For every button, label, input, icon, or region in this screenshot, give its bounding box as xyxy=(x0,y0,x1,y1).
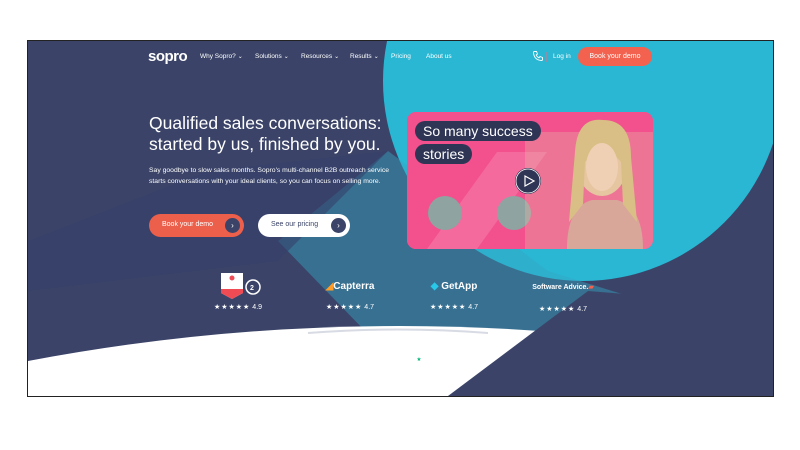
getapp-logo: ◆ GetApp xyxy=(414,271,494,299)
hero-headline: Qualified sales conversations: started b… xyxy=(149,113,409,155)
rating-capterra[interactable]: ◢Capterra ★★★★★ 4.7 xyxy=(310,271,390,311)
nav-divider xyxy=(546,52,547,62)
star-rating-icon: ★★★★★ xyxy=(429,304,467,311)
nav-item-why-sopro[interactable]: Why Sopro? ⌄ xyxy=(200,53,243,60)
chevron-down-icon: ⌄ xyxy=(237,54,243,60)
rating-score: 4.7 xyxy=(468,304,479,311)
chevron-down-icon: ⌄ xyxy=(283,54,289,60)
browser-viewport: sopro Why Sopro? ⌄ Solutions ⌄ Resources ⌄ … xyxy=(27,40,774,397)
nav-item-label: Pricing xyxy=(391,53,411,60)
rating-score: 4.7 xyxy=(364,304,375,311)
nav-item-about-us[interactable]: About us xyxy=(426,53,452,60)
chevron-down-icon: ⌄ xyxy=(373,54,379,60)
phone-icon[interactable] xyxy=(532,50,544,62)
rating-getapp[interactable]: ◆ GetApp ★★★★★ 4.7 xyxy=(414,271,494,311)
hero-subtext: Say goodbye to slow sales months. Sopro'… xyxy=(149,167,390,185)
book-demo-button[interactable]: Book your demo › xyxy=(149,214,244,237)
nav-item-solutions[interactable]: Solutions ⌄ xyxy=(255,53,289,60)
nav-item-pricing[interactable]: Pricing xyxy=(391,53,411,60)
nav-item-label: Solutions xyxy=(255,53,282,60)
button-label: See our pricing xyxy=(271,221,319,228)
rating-score: 4.7 xyxy=(577,306,588,313)
nav-item-label: Results xyxy=(350,53,372,60)
brand-name: Capterra xyxy=(333,281,375,292)
star-rating-icon: ★★★★★ xyxy=(213,304,251,311)
brand-name: Software Advice. xyxy=(532,284,589,291)
login-link[interactable]: Log in xyxy=(553,53,571,60)
star-rating-icon: ★★★★★ xyxy=(325,304,363,311)
arrow-right-icon: › xyxy=(225,218,240,233)
top-navigation: sopro Why Sopro? ⌄ Solutions ⌄ Resources ⌄ … xyxy=(28,41,773,73)
rating-line: ★★★★★ 4.7 xyxy=(414,303,494,311)
nav-item-resources[interactable]: Resources ⌄ xyxy=(301,53,339,60)
rating-line: ★★★★★ 4.7 xyxy=(518,305,608,313)
getapp-icon: ◆ xyxy=(430,281,439,292)
sopro-logo[interactable]: sopro xyxy=(148,48,188,65)
star-rating-icon: ★★★★★ xyxy=(538,306,576,313)
see-pricing-button[interactable]: See our pricing › xyxy=(258,214,350,237)
review-count: 225 xyxy=(377,357,388,363)
nav-item-results[interactable]: Results ⌄ xyxy=(350,53,379,60)
software-advice-logo: Software Advice.▰ xyxy=(518,271,608,301)
rating-line: ★★★★★ 4.7 xyxy=(310,303,390,311)
rating-software-advice[interactable]: Software Advice.▰ ★★★★★ 4.7 xyxy=(518,271,608,313)
video-caption-line-2: stories xyxy=(415,144,473,164)
trust-prefix: See our xyxy=(357,357,377,363)
rating-g2[interactable]: 2 ★★★★★ 4.9 xyxy=(206,271,270,311)
nav-item-label: Resources xyxy=(301,53,333,60)
trust-suffix: reviews on xyxy=(388,357,415,363)
rating-score: 4.9 xyxy=(252,304,263,311)
button-label: Book your demo xyxy=(162,221,213,228)
trustpilot-brand: Trustpilot xyxy=(421,357,444,363)
video-thumbnail[interactable]: So many success stories xyxy=(407,112,653,249)
trustpilot-reviews[interactable]: See our 225 reviews on ★Trustpilot xyxy=(28,357,773,363)
arrow-right-icon: › xyxy=(331,218,346,233)
g2-high-performer-icon: 2 xyxy=(221,273,261,299)
nav-item-label: Why Sopro? xyxy=(200,53,236,60)
book-demo-nav-button[interactable]: Book your demo xyxy=(578,47,652,66)
svg-text:2: 2 xyxy=(250,285,254,292)
play-button[interactable] xyxy=(515,168,541,194)
chevron-down-icon: ⌄ xyxy=(334,54,340,60)
hero-background xyxy=(28,41,773,396)
nav-item-label: About us xyxy=(426,53,452,60)
video-caption-line-1: So many success xyxy=(415,121,541,141)
headline-line-1: Qualified sales conversations: xyxy=(149,113,382,133)
g2-badge: 2 xyxy=(206,271,270,299)
chat-bubble-icon: ▰ xyxy=(588,284,594,291)
brand-name: GetApp xyxy=(441,281,478,292)
headline-line-2: started by us, finished by you. xyxy=(149,134,381,154)
play-icon xyxy=(515,168,541,194)
rating-line: ★★★★★ 4.9 xyxy=(206,303,270,311)
capterra-logo: ◢Capterra xyxy=(310,271,390,299)
